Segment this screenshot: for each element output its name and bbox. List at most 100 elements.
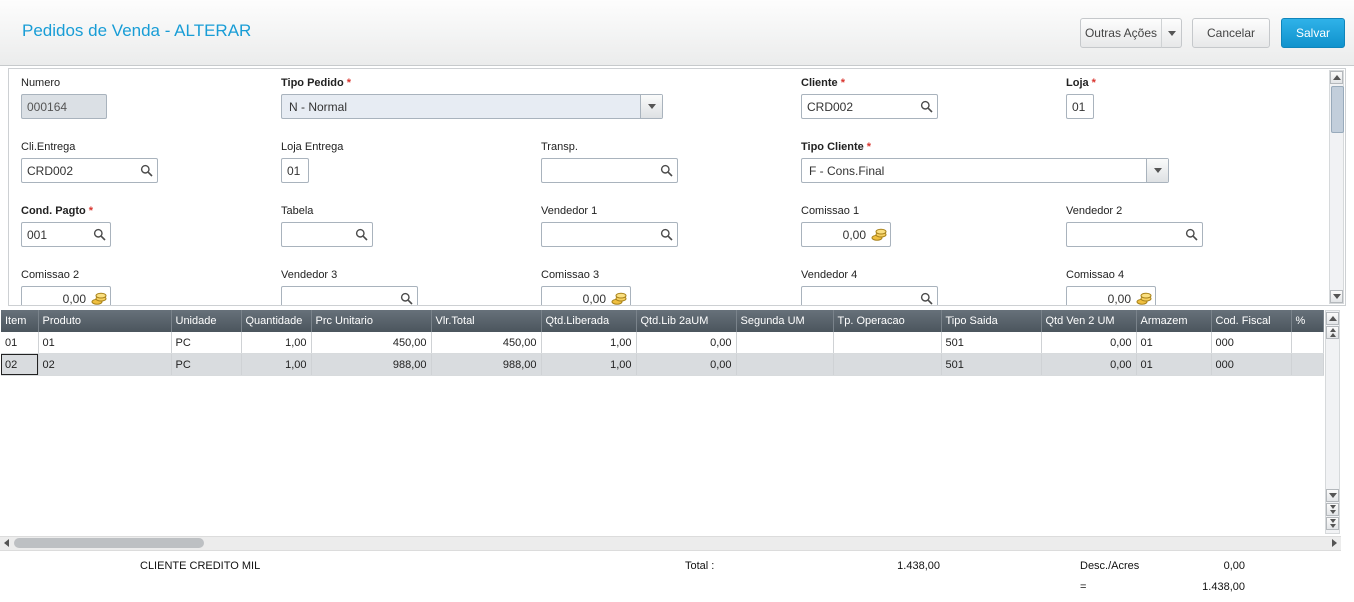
scroll-end-icon[interactable] (1326, 517, 1339, 530)
tipo-pedido-select[interactable]: N - Normal (281, 94, 663, 119)
field-loja: Loja * (1066, 77, 1096, 119)
grid-cell[interactable]: 1,00 (541, 332, 637, 354)
grid-cell[interactable]: 01 (38, 332, 172, 354)
tipo-cliente-select[interactable]: F - Cons.Final (801, 158, 1169, 183)
save-button[interactable]: Salvar (1281, 18, 1345, 48)
field-label: Cond. Pagto (21, 205, 86, 217)
grid-cell[interactable]: 0,00 (1041, 332, 1137, 354)
cliente-input[interactable] (801, 94, 938, 119)
search-icon[interactable] (660, 228, 673, 241)
field-comissao4: Comissao 4 (1066, 269, 1156, 305)
field-label: Tipo Pedido (281, 77, 344, 89)
field-comissao3: Comissao 3 (541, 269, 631, 305)
scroll-left-icon[interactable] (0, 537, 13, 549)
scrollbar-thumb[interactable] (14, 538, 204, 548)
scroll-up-icon[interactable] (1326, 312, 1339, 325)
grid-cell[interactable]: 450,00 (311, 332, 432, 354)
search-icon[interactable] (93, 228, 106, 241)
table-row[interactable]: 01 01 PC 1,00 450,00 450,00 1,00 0,00 501 0,00 01 0… (1, 332, 1324, 354)
required-marker: * (1091, 77, 1096, 89)
grid-cell[interactable] (833, 332, 942, 354)
vendedor1-input[interactable] (541, 222, 678, 247)
grid-cell[interactable]: 1,00 (541, 353, 637, 376)
cancel-button[interactable]: Cancelar (1192, 18, 1270, 48)
grid-cell[interactable] (736, 353, 834, 376)
search-icon[interactable] (920, 292, 933, 305)
grid-column-header: Unidade (171, 310, 242, 332)
grid-cell[interactable]: 0,00 (636, 353, 737, 376)
grid-cell[interactable]: 501 (941, 353, 1042, 376)
money-icon[interactable] (1136, 292, 1152, 305)
grid-cell[interactable]: 501 (941, 332, 1042, 354)
scroll-right-icon[interactable] (1328, 537, 1341, 549)
grid-cell[interactable]: 01 (1, 332, 39, 354)
search-icon[interactable] (355, 228, 368, 241)
grid-cell[interactable]: 1,00 (241, 353, 312, 376)
grid-cell[interactable]: 000 (1211, 332, 1292, 354)
search-icon[interactable] (920, 100, 933, 113)
grid-cell[interactable]: PC (171, 332, 242, 354)
search-icon[interactable] (660, 164, 673, 177)
grid-cell[interactable]: 450,00 (431, 332, 542, 354)
required-marker: * (866, 141, 872, 153)
grid-column-header: Qtd.Lib 2aUM (636, 310, 737, 332)
table-row[interactable]: 02 02 PC 1,00 988,00 988,00 1,00 0,00 501 0,00 01 0… (1, 353, 1324, 376)
chevron-down-icon[interactable] (1146, 159, 1168, 182)
field-tipo-cliente: Tipo Cliente * F - Cons.Final (801, 141, 1169, 183)
grid-vertical-scrollbar[interactable] (1325, 310, 1340, 534)
grid-cell[interactable] (1291, 353, 1324, 376)
search-icon[interactable] (400, 292, 413, 305)
field-label: Vendedor 1 (541, 205, 598, 217)
required-marker: * (346, 77, 352, 89)
grid-cell[interactable]: 000 (1211, 353, 1292, 376)
outras-acoes-button[interactable]: Outras Ações (1080, 18, 1162, 48)
search-icon[interactable] (1185, 228, 1198, 241)
scroll-page-up-icon[interactable] (1326, 326, 1339, 339)
total-label: Total : (685, 560, 715, 572)
field-tipo-pedido: Tipo Pedido * N - Normal (281, 77, 663, 119)
scroll-up-icon[interactable] (1330, 71, 1343, 84)
grid-horizontal-scrollbar[interactable] (0, 536, 1341, 551)
form-vertical-scrollbar[interactable] (1329, 70, 1344, 304)
grid-cell[interactable]: 01 (1136, 353, 1212, 376)
field-vendedor1: Vendedor 1 (541, 205, 678, 247)
money-icon[interactable] (91, 292, 107, 305)
selected-value: N - Normal (289, 100, 348, 114)
loja-input[interactable] (1066, 94, 1094, 119)
vendedor2-input[interactable] (1066, 222, 1203, 247)
field-label: Cli.Entrega (21, 141, 76, 153)
vendedor4-input[interactable] (801, 286, 938, 305)
grid-cell[interactable] (833, 353, 942, 376)
vendedor3-input[interactable] (281, 286, 418, 305)
grid-column-header: Item (1, 310, 39, 332)
chevron-down-icon[interactable] (640, 95, 662, 118)
save-label: Salvar (1295, 26, 1330, 40)
scroll-page-down-icon[interactable] (1326, 503, 1339, 516)
cli-entrega-input[interactable] (21, 158, 158, 183)
grid-cell[interactable]: 988,00 (311, 353, 432, 376)
scroll-down-icon[interactable] (1326, 489, 1339, 502)
grid-cell[interactable] (736, 332, 834, 354)
outras-acoes-caret-button[interactable] (1161, 18, 1182, 48)
top-bar: Pedidos de Venda - ALTERAR Outras Ações … (0, 0, 1354, 66)
money-icon[interactable] (611, 292, 627, 305)
grid-cell[interactable]: 01 (1136, 332, 1212, 354)
field-label: Loja Entrega (281, 141, 344, 153)
loja-entrega-input[interactable] (281, 158, 309, 183)
grid-cell[interactable]: 988,00 (431, 353, 542, 376)
money-icon[interactable] (871, 228, 887, 241)
grid-cell[interactable]: 1,00 (241, 332, 312, 354)
grid-cell[interactable]: 02 (38, 353, 172, 376)
grid-cell[interactable]: 02 (1, 353, 39, 376)
scrollbar-thumb[interactable] (1331, 86, 1344, 133)
grid-cell[interactable]: 0,00 (1041, 353, 1137, 376)
chevron-down-icon (1167, 30, 1176, 36)
transp-input[interactable] (541, 158, 678, 183)
grid-cell[interactable]: PC (171, 353, 242, 376)
grid-cell[interactable]: 0,00 (636, 332, 737, 354)
field-comissao1: Comissao 1 (801, 205, 891, 247)
scroll-down-icon[interactable] (1330, 290, 1343, 303)
grid-cell[interactable] (1291, 332, 1324, 354)
search-icon[interactable] (140, 164, 153, 177)
selected-value: F - Cons.Final (809, 164, 885, 178)
